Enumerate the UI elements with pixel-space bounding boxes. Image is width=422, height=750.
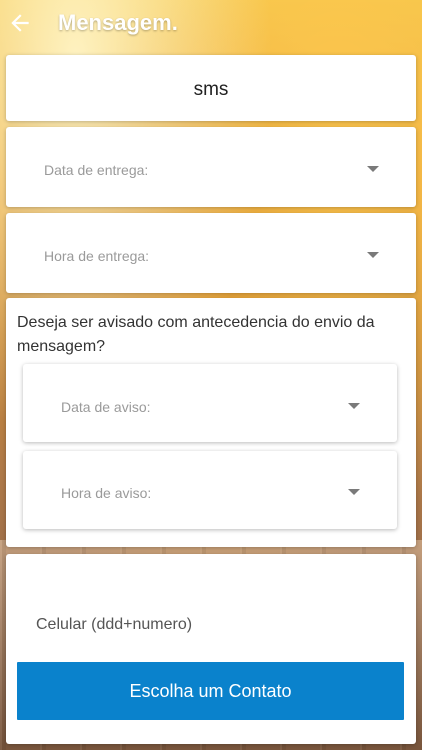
notice-date-label: Data de aviso: xyxy=(61,399,151,415)
advance-notice-card: Deseja ser avisado com antecedencia do e… xyxy=(6,298,416,547)
notice-date-select[interactable]: Data de aviso: xyxy=(23,364,397,442)
message-type-card: sms xyxy=(6,55,416,121)
choose-contact-button[interactable]: Escolha um Contato xyxy=(17,662,404,720)
message-type-value: sms xyxy=(193,79,229,100)
page-title: Mensagem. xyxy=(58,10,178,35)
back-arrow-icon[interactable] xyxy=(7,10,33,36)
advance-notice-question: Deseja ser avisado com antecedencia do e… xyxy=(17,314,375,355)
chevron-down-icon xyxy=(348,403,360,409)
delivery-date-label: Data de entrega: xyxy=(44,162,149,178)
delivery-date-select[interactable]: Data de entrega: xyxy=(6,127,416,207)
chevron-down-icon xyxy=(348,489,360,495)
top-bar: Mensagem. xyxy=(0,0,422,50)
notice-time-label: Hora de aviso: xyxy=(61,485,152,501)
chevron-down-icon xyxy=(367,166,379,172)
notice-time-select[interactable]: Hora de aviso: xyxy=(23,451,397,529)
delivery-time-select[interactable]: Hora de entrega: xyxy=(6,213,416,293)
phone-input[interactable]: Celular (ddd+numero) xyxy=(36,616,192,634)
contact-card: Celular (ddd+numero) Escolha um Contato xyxy=(6,554,416,744)
chevron-down-icon xyxy=(367,252,379,258)
delivery-time-label: Hora de entrega: xyxy=(44,248,150,264)
